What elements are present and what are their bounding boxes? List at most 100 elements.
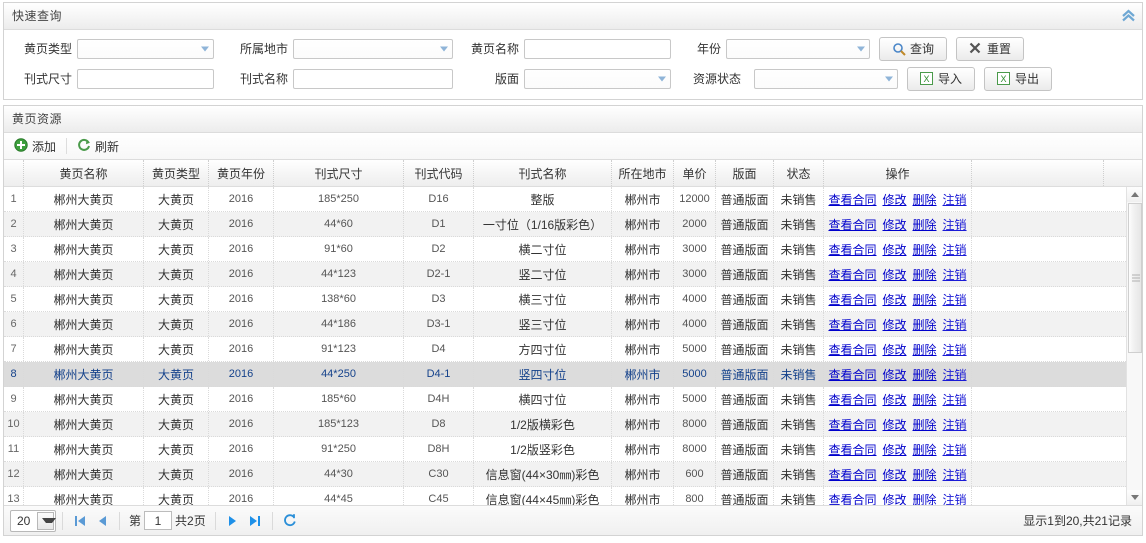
- table-row[interactable]: 2 郴州大黄页 大黄页 2016 44*60 D1 一寸位（1/16版彩色） 郴州市 2000 普…: [4, 212, 1142, 237]
- link-edit[interactable]: 修改: [882, 466, 906, 483]
- grid-header-size[interactable]: 刊式尺寸: [274, 160, 404, 186]
- table-row[interactable]: 3 郴州大黄页 大黄页 2016 91*60 D2 横二寸位 郴州市 3000 普通版面 未销售 查看…: [4, 237, 1142, 262]
- link-logout[interactable]: 注销: [943, 416, 967, 433]
- link-logout[interactable]: 注销: [943, 291, 967, 308]
- chevron-double-up-icon[interactable]: [1120, 8, 1136, 24]
- scroll-down-button[interactable]: [1127, 490, 1142, 505]
- input-format-size[interactable]: [77, 68, 214, 89]
- link-logout[interactable]: 注销: [943, 191, 967, 208]
- link-delete[interactable]: 删除: [913, 241, 937, 258]
- table-row[interactable]: 10 郴州大黄页 大黄页 2016 185*123 D8 1/2版横彩色 郴州市 8000 普通版…: [4, 412, 1142, 437]
- link-view-contract[interactable]: 查看合同: [828, 466, 876, 483]
- link-view-contract[interactable]: 查看合同: [828, 391, 876, 408]
- link-logout[interactable]: 注销: [943, 391, 967, 408]
- link-edit[interactable]: 修改: [882, 341, 906, 358]
- grid-vertical-scrollbar[interactable]: [1126, 187, 1142, 505]
- link-logout[interactable]: 注销: [943, 341, 967, 358]
- link-delete[interactable]: 删除: [913, 316, 937, 333]
- link-logout[interactable]: 注销: [943, 316, 967, 333]
- link-edit[interactable]: 修改: [882, 491, 906, 506]
- link-view-contract[interactable]: 查看合同: [828, 416, 876, 433]
- link-delete[interactable]: 删除: [913, 291, 937, 308]
- link-view-contract[interactable]: 查看合同: [828, 266, 876, 283]
- link-logout[interactable]: 注销: [943, 466, 967, 483]
- link-delete[interactable]: 删除: [913, 391, 937, 408]
- last-page-icon[interactable]: [244, 510, 266, 532]
- link-delete[interactable]: 删除: [913, 266, 937, 283]
- grid-header-fname[interactable]: 刊式名称: [474, 160, 612, 186]
- link-view-contract[interactable]: 查看合同: [828, 291, 876, 308]
- grid-header-page[interactable]: 版面: [716, 160, 774, 186]
- link-edit[interactable]: 修改: [882, 441, 906, 458]
- link-logout[interactable]: 注销: [943, 491, 967, 506]
- reset-button[interactable]: 重置: [956, 36, 1024, 61]
- link-delete[interactable]: 删除: [913, 366, 937, 383]
- page-number-input[interactable]: [144, 511, 173, 530]
- select-resource-status[interactable]: [754, 68, 898, 89]
- first-page-icon[interactable]: [69, 510, 91, 532]
- link-delete[interactable]: 删除: [913, 466, 937, 483]
- link-edit[interactable]: 修改: [882, 391, 906, 408]
- link-view-contract[interactable]: 查看合同: [828, 366, 876, 383]
- table-row[interactable]: 13 郴州大黄页 大黄页 2016 44*45 C45 信息窗(44×45㎜)彩色 郴州市 80…: [4, 487, 1142, 505]
- grid-header-code[interactable]: 刊式代码: [404, 160, 474, 186]
- grid-header-year[interactable]: 黄页年份: [209, 160, 274, 186]
- link-logout[interactable]: 注销: [943, 216, 967, 233]
- scrollbar-thumb[interactable]: [1128, 203, 1142, 353]
- input-yellowpage-name[interactable]: [524, 38, 671, 59]
- export-button[interactable]: X 导出: [984, 66, 1052, 91]
- import-button[interactable]: X 导入: [907, 66, 975, 91]
- scroll-up-button[interactable]: [1127, 187, 1142, 202]
- table-row[interactable]: 6 郴州大黄页 大黄页 2016 44*186 D3-1 竖三寸位 郴州市 4000 普通版面 未销…: [4, 312, 1142, 337]
- link-edit[interactable]: 修改: [882, 366, 906, 383]
- grid-header-city[interactable]: 所在地市: [612, 160, 674, 186]
- link-view-contract[interactable]: 查看合同: [828, 441, 876, 458]
- table-row[interactable]: 8 郴州大黄页 大黄页 2016 44*250 D4-1 竖四寸位 郴州市 5000 普通版面 未销…: [4, 362, 1142, 387]
- link-logout[interactable]: 注销: [943, 266, 967, 283]
- table-row[interactable]: 1 郴州大黄页 大黄页 2016 185*250 D16 整版 郴州市 12000 普通版面 未销售…: [4, 187, 1142, 212]
- link-logout[interactable]: 注销: [943, 241, 967, 258]
- refresh-button[interactable]: 刷新: [69, 134, 127, 158]
- link-edit[interactable]: 修改: [882, 241, 906, 258]
- link-delete[interactable]: 删除: [913, 491, 937, 506]
- select-yellowpage-type[interactable]: [77, 38, 214, 59]
- link-view-contract[interactable]: 查看合同: [828, 341, 876, 358]
- select-city[interactable]: [293, 38, 453, 59]
- link-view-contract[interactable]: 查看合同: [828, 241, 876, 258]
- link-delete[interactable]: 删除: [913, 191, 937, 208]
- grid-header-price[interactable]: 单价: [674, 160, 716, 186]
- link-view-contract[interactable]: 查看合同: [828, 491, 876, 506]
- link-edit[interactable]: 修改: [882, 216, 906, 233]
- link-delete[interactable]: 删除: [913, 341, 937, 358]
- link-logout[interactable]: 注销: [943, 441, 967, 458]
- link-edit[interactable]: 修改: [882, 316, 906, 333]
- link-delete[interactable]: 删除: [913, 441, 937, 458]
- link-edit[interactable]: 修改: [882, 191, 906, 208]
- link-view-contract[interactable]: 查看合同: [828, 316, 876, 333]
- link-view-contract[interactable]: 查看合同: [828, 191, 876, 208]
- table-row[interactable]: 9 郴州大黄页 大黄页 2016 185*60 D4H 横四寸位 郴州市 5000 普通版面 未销售…: [4, 387, 1142, 412]
- link-logout[interactable]: 注销: [943, 366, 967, 383]
- link-edit[interactable]: 修改: [882, 291, 906, 308]
- link-view-contract[interactable]: 查看合同: [828, 216, 876, 233]
- next-page-icon[interactable]: [222, 510, 244, 532]
- table-row[interactable]: 4 郴州大黄页 大黄页 2016 44*123 D2-1 竖二寸位 郴州市 3000 普通版面 未销…: [4, 262, 1142, 287]
- table-row[interactable]: 11 郴州大黄页 大黄页 2016 91*250 D8H 1/2版竖彩色 郴州市 8000 普通版…: [4, 437, 1142, 462]
- grid-header-type[interactable]: 黄页类型: [144, 160, 209, 186]
- grid-header-name[interactable]: 黄页名称: [24, 160, 144, 186]
- link-edit[interactable]: 修改: [882, 266, 906, 283]
- select-year[interactable]: [726, 38, 870, 59]
- table-row[interactable]: 12 郴州大黄页 大黄页 2016 44*30 C30 信息窗(44×30㎜)彩色 郴州市 60…: [4, 462, 1142, 487]
- grid-header-status[interactable]: 状态: [774, 160, 824, 186]
- input-format-name[interactable]: [293, 68, 453, 89]
- link-edit[interactable]: 修改: [882, 416, 906, 433]
- page-size-select[interactable]: 20: [10, 509, 56, 532]
- table-row[interactable]: 5 郴州大黄页 大黄页 2016 138*60 D3 横三寸位 郴州市 4000 普通版面 未销售查…: [4, 287, 1142, 312]
- table-row[interactable]: 7 郴州大黄页 大黄页 2016 91*123 D4 方四寸位 郴州市 5000 普通版面 未销售查…: [4, 337, 1142, 362]
- grid-header-ops[interactable]: 操作: [824, 160, 972, 186]
- pager-refresh-icon[interactable]: [279, 510, 301, 532]
- select-page[interactable]: [524, 68, 671, 89]
- prev-page-icon[interactable]: [91, 510, 113, 532]
- link-delete[interactable]: 删除: [913, 216, 937, 233]
- query-button[interactable]: 查询: [879, 36, 947, 61]
